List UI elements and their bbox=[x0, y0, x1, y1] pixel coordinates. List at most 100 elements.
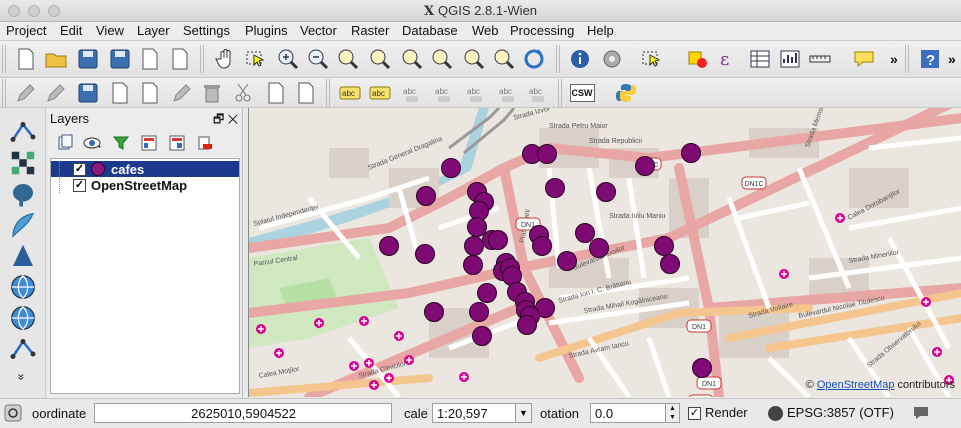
toolbar-grip[interactable] bbox=[905, 45, 911, 73]
pan-icon[interactable] bbox=[212, 45, 240, 73]
add-mssql-layer-icon[interactable] bbox=[8, 242, 38, 270]
add-feature-icon[interactable] bbox=[106, 79, 134, 107]
cafe-point[interactable] bbox=[424, 302, 444, 322]
change-label-icon[interactable]: abc bbox=[524, 79, 552, 107]
messages-icon[interactable] bbox=[4, 404, 22, 425]
cafe-point[interactable] bbox=[589, 238, 609, 258]
layer-visibility-checkbox[interactable]: ✓ bbox=[73, 162, 86, 176]
cafe-point[interactable] bbox=[681, 143, 701, 163]
cafe-point[interactable] bbox=[545, 178, 565, 198]
toolbar-overflow-button[interactable]: » bbox=[948, 51, 956, 67]
remove-layer-icon[interactable] bbox=[193, 132, 217, 154]
cafe-point[interactable] bbox=[532, 236, 552, 256]
zoom-to-layer-icon[interactable] bbox=[428, 45, 456, 73]
deselect-icon[interactable] bbox=[684, 45, 712, 73]
cafe-point[interactable] bbox=[477, 283, 497, 303]
cafe-point[interactable] bbox=[635, 156, 655, 176]
menu-view[interactable]: View bbox=[96, 23, 124, 38]
add-postgis-layer-icon[interactable] bbox=[8, 180, 38, 208]
add-raster-layer-icon[interactable] bbox=[8, 149, 38, 177]
zoom-last-icon[interactable] bbox=[460, 45, 488, 73]
layer-item-openstreetmap[interactable]: ✓ OpenStreetMap bbox=[51, 177, 239, 193]
add-spatialite-layer-icon[interactable] bbox=[8, 211, 38, 239]
python-console-icon[interactable] bbox=[612, 79, 640, 107]
cafe-point[interactable] bbox=[575, 223, 595, 243]
toolbar-overflow-button[interactable]: » bbox=[890, 51, 898, 67]
menu-settings[interactable]: Settings bbox=[183, 23, 230, 38]
new-project-icon[interactable] bbox=[12, 45, 40, 73]
cafe-point[interactable] bbox=[654, 236, 674, 256]
refresh-icon[interactable] bbox=[520, 45, 548, 73]
menu-vector[interactable]: Vector bbox=[300, 23, 337, 38]
spin-arrows-icon[interactable]: ▲ ▼ bbox=[665, 404, 679, 422]
coordinate-field[interactable]: 2625010,5904522 bbox=[94, 403, 392, 423]
node-tool-icon[interactable] bbox=[168, 79, 196, 107]
layer-item-cafes[interactable]: ✓ cafes bbox=[51, 161, 239, 177]
cafe-point[interactable] bbox=[660, 254, 680, 274]
composer-manager-icon[interactable] bbox=[166, 45, 194, 73]
cafe-point[interactable] bbox=[441, 158, 461, 178]
add-group-icon[interactable] bbox=[53, 132, 77, 154]
copy-features-icon[interactable] bbox=[262, 79, 290, 107]
zoom-actual-icon[interactable] bbox=[334, 45, 362, 73]
scale-combobox[interactable]: 1:20,597 ▼ bbox=[432, 403, 532, 423]
menu-database[interactable]: Database bbox=[402, 23, 458, 38]
openstreetmap-link[interactable]: OpenStreetMap bbox=[817, 379, 895, 391]
save-as-icon[interactable] bbox=[106, 45, 134, 73]
cafe-point[interactable] bbox=[596, 182, 616, 202]
zoom-out-icon[interactable] bbox=[304, 45, 332, 73]
toolbar-grip[interactable] bbox=[558, 79, 564, 107]
cafe-point[interactable] bbox=[472, 326, 492, 346]
toolbar-grip[interactable] bbox=[556, 45, 562, 73]
map-tips-icon[interactable] bbox=[850, 45, 878, 73]
pan-to-selection-icon[interactable] bbox=[242, 45, 270, 73]
open-project-icon[interactable] bbox=[42, 45, 70, 73]
log-messages-icon[interactable] bbox=[912, 405, 930, 424]
expression-select-icon[interactable]: ε bbox=[714, 45, 742, 73]
csw-icon[interactable]: CSW bbox=[568, 79, 596, 107]
select-icon[interactable] bbox=[638, 45, 666, 73]
cafe-point[interactable] bbox=[416, 186, 436, 206]
zoom-to-selection-icon[interactable] bbox=[398, 45, 426, 73]
zoom-in-icon[interactable] bbox=[274, 45, 302, 73]
show-hide-labels-icon[interactable]: abc bbox=[430, 79, 458, 107]
identify-icon[interactable] bbox=[566, 45, 594, 73]
label-icon[interactable]: abc bbox=[336, 79, 364, 107]
new-print-composer-icon[interactable] bbox=[136, 45, 164, 73]
pin-labels-icon[interactable]: abc bbox=[398, 79, 426, 107]
attribute-table-icon[interactable] bbox=[746, 45, 774, 73]
left-toolbar-overflow-button[interactable]: » bbox=[14, 374, 28, 381]
render-checkbox[interactable]: ✓ Render bbox=[688, 405, 748, 421]
move-label-icon[interactable]: abc bbox=[462, 79, 490, 107]
cafe-point[interactable] bbox=[537, 144, 557, 164]
cafe-point[interactable] bbox=[379, 236, 399, 256]
toggle-editing-icon[interactable] bbox=[42, 79, 70, 107]
toolbar-grip[interactable] bbox=[200, 45, 206, 73]
menu-processing[interactable]: Processing bbox=[510, 23, 574, 38]
add-wcs-layer-icon[interactable] bbox=[8, 304, 38, 332]
menu-plugins[interactable]: Plugins bbox=[245, 23, 288, 38]
cut-features-icon[interactable] bbox=[230, 79, 258, 107]
save-edits-icon[interactable] bbox=[74, 79, 102, 107]
menu-edit[interactable]: Edit bbox=[60, 23, 82, 38]
add-wfs-layer-icon[interactable] bbox=[8, 335, 38, 363]
measure-icon[interactable] bbox=[806, 45, 834, 73]
label-highlight-icon[interactable]: abc bbox=[366, 79, 394, 107]
cafe-point[interactable] bbox=[463, 255, 483, 275]
crs-status[interactable]: EPSG:3857 (OTF) bbox=[768, 405, 894, 422]
zoom-full-icon[interactable] bbox=[366, 45, 394, 73]
cafe-point[interactable] bbox=[464, 236, 484, 256]
menu-raster[interactable]: Raster bbox=[351, 23, 389, 38]
toolbar-grip[interactable] bbox=[2, 45, 8, 73]
cafe-point[interactable] bbox=[557, 251, 577, 271]
cafe-point[interactable] bbox=[415, 244, 435, 264]
statistics-icon[interactable] bbox=[776, 45, 804, 73]
toolbar-grip[interactable] bbox=[2, 79, 8, 107]
rotation-spinbox[interactable]: 0.0 ▲ ▼ bbox=[590, 403, 680, 423]
cafe-point[interactable] bbox=[692, 358, 712, 378]
menu-layer[interactable]: Layer bbox=[137, 23, 170, 38]
render-check-box[interactable]: ✓ bbox=[688, 407, 701, 421]
delete-selected-icon[interactable] bbox=[198, 79, 226, 107]
add-vector-layer-icon[interactable] bbox=[8, 118, 38, 146]
action-icon[interactable] bbox=[598, 45, 626, 73]
